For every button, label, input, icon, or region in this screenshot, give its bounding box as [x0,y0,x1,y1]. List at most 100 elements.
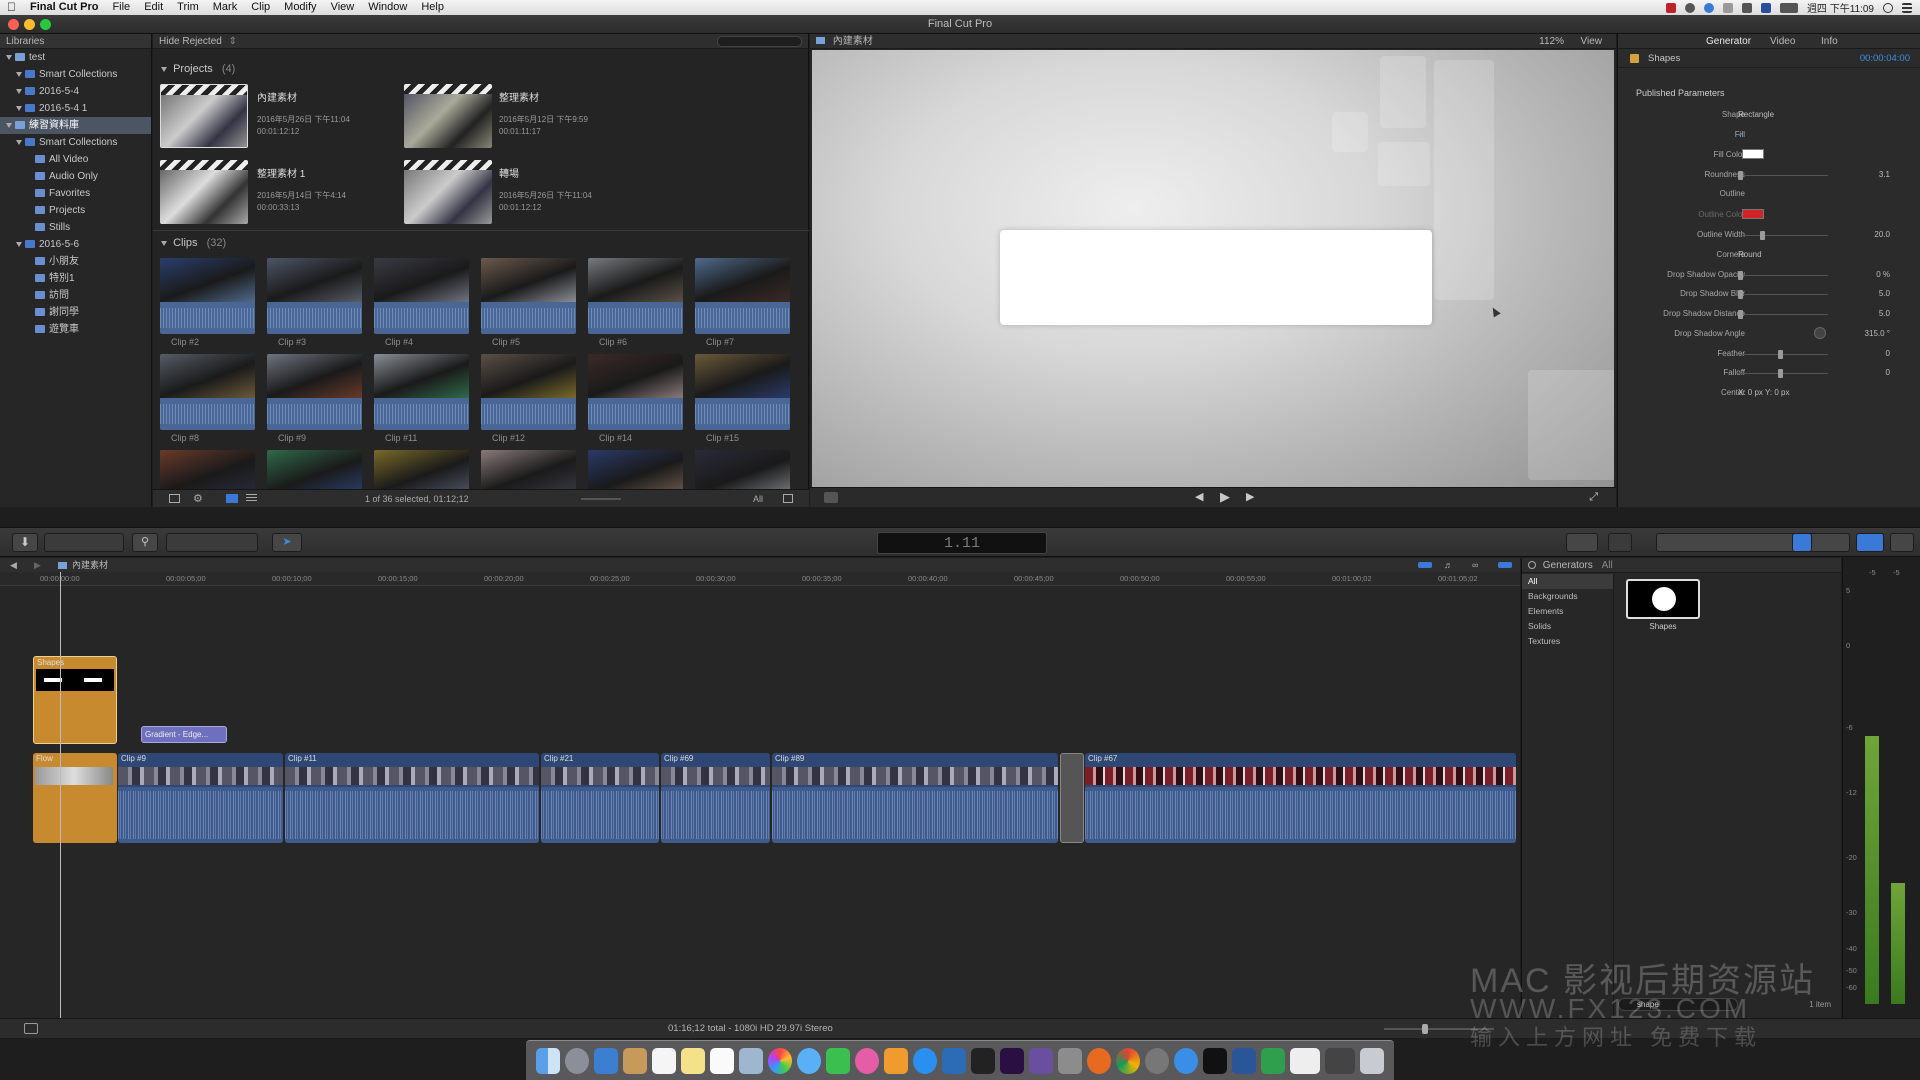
param-slider[interactable] [1738,235,1828,236]
wifi-icon[interactable] [1741,2,1752,13]
project-title[interactable]: 內建素材 [257,89,297,104]
disclosure-icon[interactable] [6,54,12,60]
storyline-clip[interactable]: Clip #67 [1085,753,1516,843]
disclosure-icon[interactable] [6,122,12,128]
menu-window[interactable]: Window [361,0,414,15]
search-button[interactable]: ⚲ [132,533,158,552]
apple-icon[interactable]:  [0,0,23,15]
browser-buttons[interactable] [1656,533,1850,552]
library-item[interactable]: 練習資料庫 [0,117,151,134]
edit-buttons[interactable] [166,533,258,552]
clip-thumbnail[interactable] [267,354,362,430]
finder-icon[interactable] [536,1047,560,1074]
clip-thumbnail[interactable] [374,258,469,334]
menu-file[interactable]: File [105,0,137,15]
premiere-icon[interactable] [1000,1047,1024,1074]
menu-modify[interactable]: Modify [277,0,323,15]
menu-clock[interactable]: 週四 下午11:09 [1807,0,1874,15]
zoom-window-button[interactable] [40,19,51,30]
disclosure-icon[interactable] [16,105,22,111]
bluetooth-icon[interactable] [1722,2,1733,13]
tab-video[interactable]: Video [1770,34,1795,49]
library-item[interactable]: 特別1 [0,270,151,287]
close-window-button[interactable] [8,19,19,30]
gear-icon[interactable]: ⚙ [193,490,203,508]
param-value[interactable]: Rectangle [1738,110,1774,119]
library-item[interactable]: Stills [0,219,151,236]
project-thumb[interactable] [404,84,492,148]
chrome-icon[interactable] [1116,1047,1140,1074]
slider-knob[interactable] [1738,271,1743,280]
param-slider[interactable] [1738,354,1828,355]
word-icon[interactable] [1232,1047,1256,1074]
generators-browser-button[interactable] [1792,533,1812,552]
battery-icon[interactable] [1779,2,1798,13]
xcode-icon[interactable] [942,1047,966,1074]
clip-thumbnail[interactable] [588,354,683,430]
fullscreen-icon[interactable]: ⤢ [1589,491,1598,504]
app-store-icon[interactable] [913,1047,937,1074]
library-item[interactable]: Smart Collections [0,134,151,151]
solo-icon[interactable]: ∞ [1472,558,1478,572]
list-icon[interactable] [1902,2,1912,13]
project-title[interactable]: 轉場 [499,165,519,180]
slider-knob[interactable] [1738,290,1743,299]
enhancements-icon[interactable] [824,492,838,503]
menu-clip[interactable]: Clip [244,0,277,15]
browser-search-field[interactable] [717,36,802,47]
library-item[interactable]: 謝同學 [0,304,151,321]
timeline-ruler[interactable]: 00:00:00:0000:00:05;0000:00:10;0000:00:1… [0,572,1520,586]
color-well[interactable] [1742,149,1764,159]
tab-info[interactable]: Info [1821,34,1838,49]
safari-icon[interactable] [1174,1047,1198,1074]
category-solids[interactable]: Solids [1522,619,1613,634]
forward-arrow-icon[interactable]: ▶ [34,558,41,572]
calendar-icon[interactable] [652,1047,676,1074]
zoom-slider-knob[interactable] [1422,1024,1428,1034]
terminal-icon[interactable] [1203,1047,1227,1074]
ibooks-icon[interactable] [884,1047,908,1074]
trash-icon[interactable] [1360,1047,1384,1074]
clips-section[interactable]: Clips (32) [153,234,226,252]
flow-clip[interactable]: Flow [33,753,117,843]
param-value[interactable]: Round [1738,250,1762,259]
project-thumb[interactable] [404,160,492,224]
storyline-clip[interactable]: Clip #69 [661,753,770,843]
clip-size-slider[interactable] [581,498,621,500]
param-value[interactable]: ✓ [1738,130,1745,139]
menu-app-name[interactable]: Final Cut Pro [23,0,105,15]
launchpad-icon[interactable] [565,1047,589,1074]
storyline-clip[interactable]: Clip #89 [772,753,1058,843]
shapes-generator-tile[interactable] [1626,579,1700,619]
dashboard-timecode[interactable]: 1.11 [877,532,1047,554]
param-slider[interactable] [1738,275,1828,276]
back-arrow-icon[interactable]: ◀ [10,558,17,572]
project-thumb[interactable] [160,84,248,148]
photos-icon[interactable] [768,1047,792,1074]
system-preferences-icon[interactable] [1145,1047,1169,1074]
select-tool-button[interactable]: ➤ [272,533,302,552]
clip-appearance-icon[interactable] [783,494,793,503]
menu-view[interactable]: View [324,0,362,15]
cross-dissolve-transition[interactable] [1060,753,1084,843]
zoom-popup[interactable]: 112% [1539,34,1564,49]
category-elements[interactable]: Elements [1522,604,1613,619]
category-backgrounds[interactable]: Backgrounds [1522,589,1613,604]
snapping-icon[interactable] [1498,562,1512,568]
clip-thumbnail[interactable] [695,354,790,430]
disclosure-icon[interactable] [161,66,167,72]
param-slider[interactable] [1738,175,1828,176]
library-item[interactable]: 2016-5-6 [0,236,151,253]
next-frame-button[interactable]: ▶ [1246,490,1254,503]
play-button[interactable]: ▶ [1220,489,1230,505]
slider-knob[interactable] [1778,350,1783,359]
library-item[interactable]: 2016-5-4 [0,83,151,100]
library-item[interactable]: 訪問 [0,287,151,304]
camtasia-icon[interactable] [1261,1047,1285,1074]
view-popup[interactable]: View [1581,34,1603,49]
itunes-icon[interactable] [855,1047,879,1074]
cloud-icon[interactable] [1684,2,1695,13]
minimize-window-button[interactable] [24,19,35,30]
keyword-button[interactable] [44,533,124,552]
sidebar-toggle-icon[interactable] [169,494,180,503]
